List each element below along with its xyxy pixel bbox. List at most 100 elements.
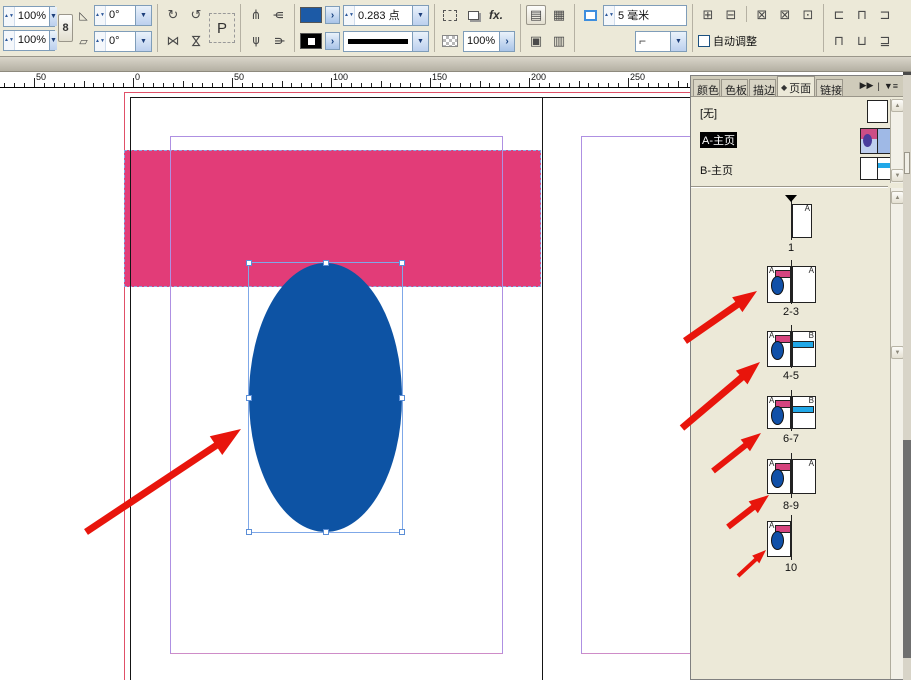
select-content-down-icon[interactable]: ⋔ xyxy=(246,31,266,51)
select-next-object-icon[interactable]: ⋔ xyxy=(269,31,289,51)
page-thumbnail-4-5[interactable]: A xyxy=(767,331,791,367)
effects-fx-icon[interactable]: fx. xyxy=(486,5,506,25)
stroke-type-dropdown[interactable]: ▼ xyxy=(343,31,429,52)
gap-value[interactable]: 5 毫米 xyxy=(615,7,686,23)
tab-links[interactable]: 链接 xyxy=(816,79,843,96)
page-thumbnail-2-3[interactable]: A xyxy=(767,266,791,303)
scrollbar-shadow[interactable] xyxy=(903,440,911,658)
shear-spinner[interactable]: ▲▼ xyxy=(95,6,106,25)
opacity-dropdown-button[interactable]: › xyxy=(499,32,514,51)
scale-x-spinner[interactable]: ▲▼ xyxy=(4,7,15,26)
master-b-thumbnail[interactable] xyxy=(860,157,894,180)
fill-color-swatch[interactable] xyxy=(300,7,322,23)
master-a-label[interactable]: A-主页 xyxy=(700,132,737,148)
selection-handle[interactable] xyxy=(399,395,405,401)
flip-vertical-icon[interactable]: ⋈ xyxy=(186,31,206,51)
rotation-spinner[interactable]: ▲▼ xyxy=(95,32,106,51)
select-previous-object-icon[interactable]: ⋔ xyxy=(269,5,289,25)
page-thumbnail-4-5[interactable]: B xyxy=(792,331,816,367)
gap-value-field[interactable]: ▲▼ 5 毫米 xyxy=(603,5,687,26)
tab-color[interactable]: 颜色 xyxy=(693,79,720,96)
scale-y-value[interactable]: 100% xyxy=(15,34,49,46)
align-top-icon[interactable]: ⊓ xyxy=(829,31,849,51)
selection-handle[interactable] xyxy=(399,260,405,266)
selection-handle[interactable] xyxy=(323,260,329,266)
blue-ellipse[interactable] xyxy=(249,263,402,532)
stroke-weight-field[interactable]: ▲▼ 0.283 点 ▼ xyxy=(343,5,429,26)
page-thumbnail-8-9[interactable]: A xyxy=(792,459,816,494)
page-thumbnail-1[interactable]: A xyxy=(792,204,812,238)
selection-handle[interactable] xyxy=(323,529,329,535)
rotation-angle-field[interactable]: ▲▼ 0° ▼ xyxy=(94,31,152,52)
page-number-label[interactable]: 4-5 xyxy=(751,370,831,382)
page-number-label[interactable]: 6-7 xyxy=(751,433,831,445)
master-b-label[interactable]: B-主页 xyxy=(700,162,733,178)
selection-handle[interactable] xyxy=(399,529,405,535)
page-thumbnail-6-7[interactable]: B xyxy=(792,396,816,429)
gap-spinner[interactable]: ▲▼ xyxy=(604,6,615,25)
align-middle-vertical-icon[interactable]: ⊔ xyxy=(852,31,872,51)
stroke-weight-spinner[interactable]: ▲▼ xyxy=(344,6,355,25)
page-number-label[interactable]: 8-9 xyxy=(751,500,831,512)
stroke-color-swatch[interactable] xyxy=(300,33,322,49)
stroke-type-dropdown-icon[interactable]: ▼ xyxy=(412,32,428,51)
constrain-proportions-link-icon[interactable]: 8 xyxy=(58,14,73,42)
wrap-jump-icon[interactable]: ▥ xyxy=(549,31,569,51)
shear-dropdown-icon[interactable]: ▼ xyxy=(135,6,151,25)
opacity-value[interactable]: 100% xyxy=(464,35,499,47)
selection-handle[interactable] xyxy=(246,260,252,266)
master-none-thumbnail[interactable] xyxy=(867,100,888,123)
fit-content-proportionally-icon[interactable]: ⊠ xyxy=(752,5,772,25)
page-number-label[interactable]: 10 xyxy=(751,562,831,574)
master-a-thumbnail[interactable] xyxy=(860,128,894,154)
align-left-icon[interactable]: ⊏ xyxy=(829,5,849,25)
wrap-object-shape-icon[interactable]: ▣ xyxy=(526,31,546,51)
rotation-angle-value[interactable]: 0° xyxy=(106,35,135,47)
tab-stroke[interactable]: 描边 xyxy=(749,79,776,96)
rotation-dropdown-icon[interactable]: ▼ xyxy=(135,32,151,51)
stroke-weight-value[interactable]: 0.283 点 xyxy=(355,7,412,23)
select-container-up-icon[interactable]: ⋔ xyxy=(246,5,266,25)
horizontal-ruler[interactable]: 50050100150200250 xyxy=(0,72,690,88)
selection-handle[interactable] xyxy=(246,395,252,401)
stroke-weight-dropdown-icon[interactable]: ▼ xyxy=(412,6,428,25)
corner-options-dropdown[interactable]: ⌐ ▼ xyxy=(635,31,687,52)
dock-handle[interactable] xyxy=(904,152,910,174)
shear-angle-field[interactable]: ▲▼ 0° ▼ xyxy=(94,5,152,26)
wrap-none-icon[interactable]: ▤ xyxy=(526,5,546,25)
reference-point-proxy[interactable]: P xyxy=(209,13,235,43)
panel-menu-icon[interactable]: ▼≡ xyxy=(884,81,898,91)
rotate-ccw-icon[interactable]: ↺ xyxy=(186,5,206,25)
scale-y-spinner[interactable]: ▲▼ xyxy=(4,31,15,50)
scale-x-value[interactable]: 100% xyxy=(15,10,49,22)
flip-horizontal-icon[interactable]: ⋈ xyxy=(163,31,183,51)
selection-handle[interactable] xyxy=(246,529,252,535)
fill-frame-proportionally-icon[interactable]: ⊠ xyxy=(775,5,795,25)
page-thumbnail-6-7[interactable]: A xyxy=(767,396,791,429)
autofit-checkbox[interactable] xyxy=(698,35,710,47)
align-bottom-icon[interactable]: ⊒ xyxy=(875,31,895,51)
corner-options-dropdown-icon[interactable]: ▼ xyxy=(670,32,686,51)
drop-shadow-icon[interactable] xyxy=(463,5,483,25)
stroke-apply-arrow-button[interactable]: › xyxy=(325,32,340,50)
fit-content-to-frame-icon[interactable]: ⊞ xyxy=(698,5,718,25)
pages-scrollbar[interactable]: ▲ ▼ xyxy=(890,188,904,679)
master-none-label[interactable]: [无] xyxy=(700,105,717,121)
wrap-bounding-box-icon[interactable]: ▦ xyxy=(549,5,569,25)
scale-x-field[interactable]: ▲▼ 100% ▼ xyxy=(3,6,55,27)
scale-y-dropdown-icon[interactable]: ▼ xyxy=(49,31,57,50)
scale-x-dropdown-icon[interactable]: ▼ xyxy=(49,7,57,26)
align-right-icon[interactable]: ⊐ xyxy=(875,5,895,25)
fill-apply-arrow-button[interactable]: › xyxy=(325,6,340,24)
tab-pages[interactable]: ◆页面 xyxy=(777,76,815,96)
align-center-horizontal-icon[interactable]: ⊓ xyxy=(852,5,872,25)
page-thumbnail-8-9[interactable]: A xyxy=(767,459,791,494)
page-number-label[interactable]: 1 xyxy=(751,242,831,254)
rotate-cw-icon[interactable]: ↻ xyxy=(163,5,183,25)
scale-y-field[interactable]: ▲▼ 100% ▼ xyxy=(3,30,55,51)
opacity-field[interactable]: 100% › xyxy=(463,31,515,52)
object-style-icon[interactable] xyxy=(440,5,460,25)
fit-frame-to-content-icon[interactable]: ⊟ xyxy=(721,5,741,25)
panel-collapse-icon[interactable]: ▶▶ xyxy=(860,80,874,91)
page-number-label[interactable]: 2-3 xyxy=(751,306,831,318)
